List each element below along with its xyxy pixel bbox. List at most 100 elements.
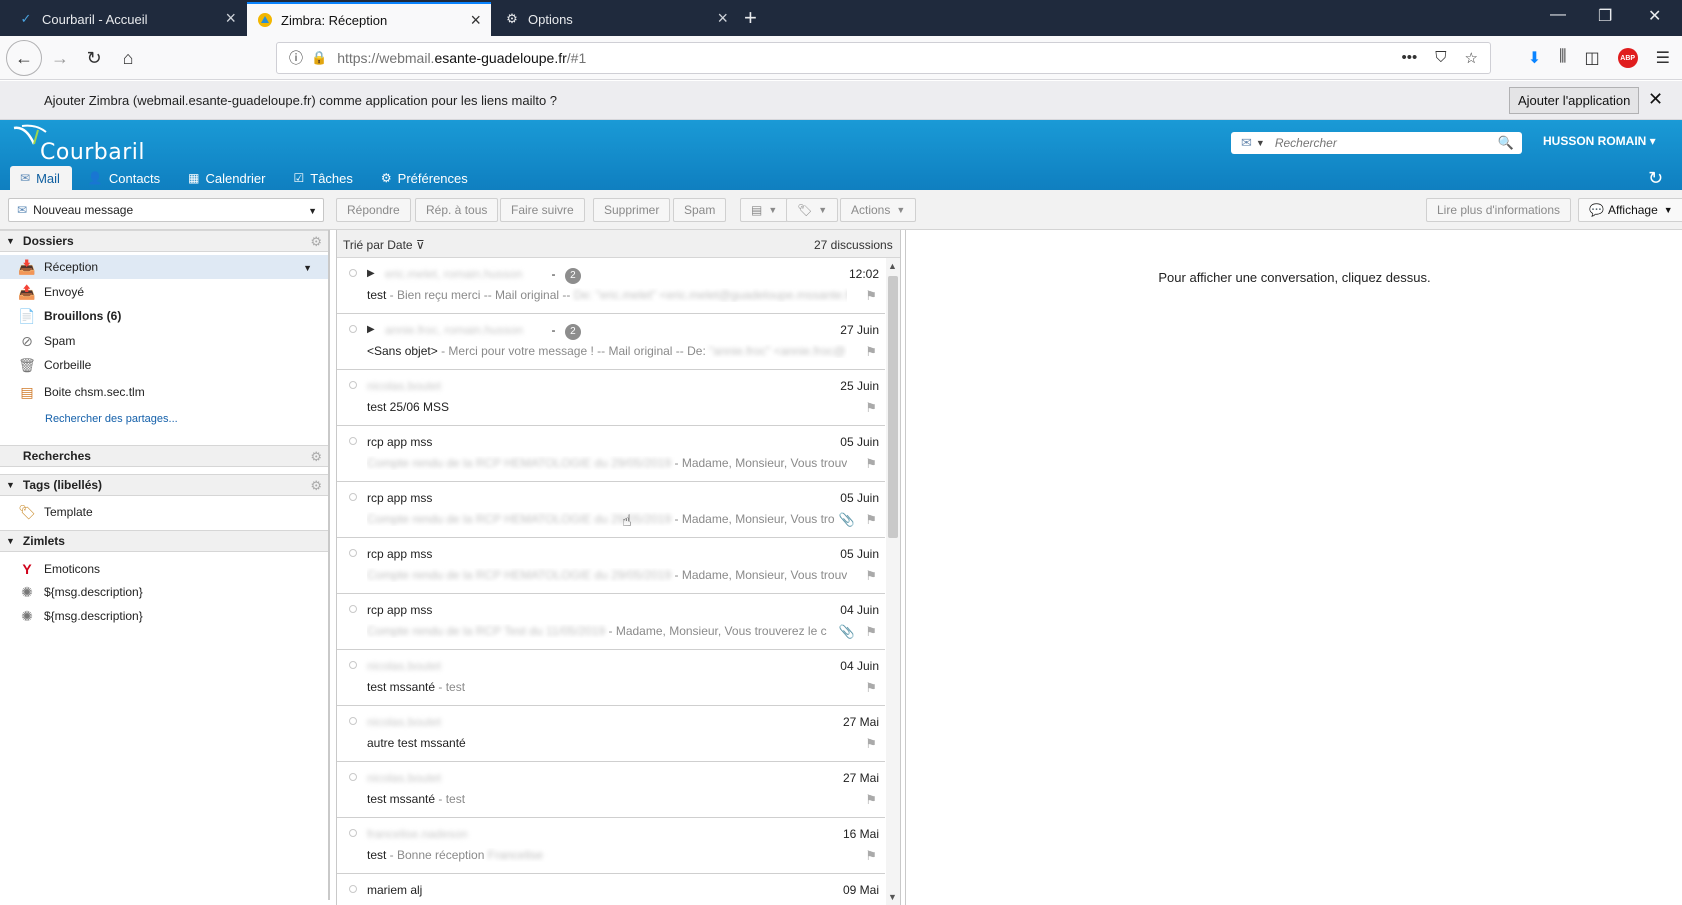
message-row[interactable]: rcp app mss 04 Juin Compte rendu de la RCP… xyxy=(337,594,885,650)
download-icon[interactable]: ⬇ xyxy=(1528,48,1541,68)
gear-icon[interactable]: ⚙ xyxy=(310,478,322,494)
read-status-icon[interactable] xyxy=(349,325,357,333)
sidebar-icon[interactable]: ◫ xyxy=(1585,48,1600,68)
folder-spam[interactable]: ⊘ Spam xyxy=(0,329,328,353)
scroll-up-icon[interactable]: ▲ xyxy=(888,261,897,271)
search-icon[interactable]: 🔍 xyxy=(1498,135,1514,151)
new-tab-button[interactable]: + xyxy=(744,4,757,32)
message-row[interactable]: ▶ annie.froc, romain.husson - 2 27 Juin <San… xyxy=(337,314,885,370)
read-status-icon[interactable] xyxy=(349,661,357,669)
folder-drafts[interactable]: 📄 Brouillons (6) xyxy=(0,304,328,328)
list-scrollbar[interactable]: ▲ ▼ xyxy=(886,258,900,905)
flag-icon[interactable]: ⚑ xyxy=(865,288,877,304)
searches-header[interactable]: ▼ Recherches ⚙ xyxy=(0,445,328,467)
sort-by-date[interactable]: Trié par Date ⊽ xyxy=(343,238,425,252)
spam-button[interactable]: Spam xyxy=(673,198,727,222)
new-message-button[interactable]: ✉ Nouveau message ▼ xyxy=(8,198,324,222)
zimlet-emoticons[interactable]: Y Emoticons xyxy=(0,557,328,581)
delete-button[interactable]: Supprimer xyxy=(593,198,671,222)
add-application-button[interactable]: Ajouter l'application xyxy=(1509,87,1640,114)
message-row[interactable]: nicolas.boutet 27 Mai autre test mssanté ⚑ xyxy=(337,706,885,762)
tag-button[interactable]: 🏷 ▼ xyxy=(786,198,839,222)
zimlets-header[interactable]: ▼ Zimlets xyxy=(0,530,328,552)
adblock-icon[interactable]: ABP xyxy=(1617,48,1638,68)
message-row[interactable]: rcp app mss 05 Juin Compte rendu de la RCP… xyxy=(337,426,885,482)
read-status-icon[interactable] xyxy=(349,885,357,893)
reply-button[interactable]: Répondre xyxy=(336,198,411,222)
read-status-icon[interactable] xyxy=(349,493,357,501)
tab-preferences[interactable]: ⚙ Préférences xyxy=(371,166,480,190)
read-status-icon[interactable] xyxy=(349,437,357,445)
chevron-down-icon[interactable]: ▼ xyxy=(308,206,317,216)
minimize-icon[interactable]: — xyxy=(1550,6,1566,24)
scrollbar-thumb[interactable] xyxy=(888,276,898,538)
user-menu[interactable]: HUSSON ROMAIN ▾ xyxy=(1543,134,1656,148)
collapse-icon[interactable]: ▼ xyxy=(6,536,15,546)
tab-mail[interactable]: ✉ Mail xyxy=(10,166,72,190)
flag-icon[interactable]: ⚑ xyxy=(865,792,877,808)
search-input[interactable] xyxy=(1274,136,1490,150)
read-status-icon[interactable] xyxy=(349,717,357,725)
message-row[interactable]: rcp app mss 05 Juin Compte rendu de la RCP… xyxy=(337,538,885,594)
menu-icon[interactable]: ☰ xyxy=(1656,48,1670,68)
folder-shared-mailbox[interactable]: ▤ Boite chsm.sec.tlm xyxy=(0,380,328,404)
expand-conversation-icon[interactable]: ▶ xyxy=(367,324,375,335)
gear-icon[interactable]: ⚙ xyxy=(310,234,322,250)
message-row[interactable]: ▶ eric.melet, romain.husson - 2 12:02 test -… xyxy=(337,258,885,314)
url-bar[interactable]: ⓘ 🔒 https://webmail.esante-guadeloupe.fr… xyxy=(276,42,1491,74)
message-row[interactable]: rcp app mss 05 Juin Compte rendu de la RCP… xyxy=(337,482,885,538)
flag-icon[interactable]: ⚑ xyxy=(865,624,877,640)
flag-icon[interactable]: ⚑ xyxy=(865,344,877,360)
browser-tab-zimbra[interactable]: Zimbra: Réception × xyxy=(247,2,491,36)
message-row[interactable]: francelise.nadeson 16 Mai test - Bonne réc… xyxy=(337,818,885,874)
read-status-icon[interactable] xyxy=(349,549,357,557)
home-button[interactable]: ⌂ xyxy=(112,42,144,74)
chevron-down-icon[interactable]: ▼ xyxy=(303,263,312,273)
pocket-icon[interactable]: ⛉ xyxy=(1435,49,1446,67)
close-window-icon[interactable]: ✕ xyxy=(1648,6,1661,26)
page-actions-icon[interactable]: ••• xyxy=(1402,49,1418,67)
forward-button[interactable]: Faire suivre xyxy=(500,198,585,222)
view-button[interactable]: 💬 Affichage ▼ xyxy=(1578,198,1682,222)
move-button[interactable]: ▤ ▼ xyxy=(740,198,789,222)
tab-tasks[interactable]: ☑ Tâches xyxy=(284,166,365,190)
close-tab-icon[interactable]: × xyxy=(225,9,236,27)
search-box[interactable]: ✉ ▼ 🔍 xyxy=(1231,132,1522,154)
folders-header[interactable]: ▼ Dossiers ⚙ xyxy=(0,230,328,252)
flag-icon[interactable]: ⚑ xyxy=(865,680,877,696)
restore-icon[interactable]: ❐ xyxy=(1598,6,1612,26)
message-row[interactable]: nicolas.boutet 25 Juin test 25/06 MSS ⚑ xyxy=(337,370,885,426)
bookmark-star-icon[interactable]: ☆ xyxy=(1465,49,1478,67)
flag-icon[interactable]: ⚑ xyxy=(865,400,877,416)
message-row[interactable]: nicolas.boutet 04 Juin test mssanté - test… xyxy=(337,650,885,706)
scroll-down-icon[interactable]: ▼ xyxy=(888,892,897,902)
chevron-down-icon[interactable]: ▼ xyxy=(1256,138,1265,148)
reply-all-button[interactable]: Rép. à tous xyxy=(415,198,499,222)
folder-inbox[interactable]: 📥 Réception ▼ xyxy=(0,255,328,279)
zimlet-item[interactable]: ✺ ${msg.description} xyxy=(0,604,328,628)
refresh-icon[interactable]: ↻ xyxy=(1648,168,1663,189)
browser-tab-options[interactable]: ⚙ Options × xyxy=(494,2,738,36)
flag-icon[interactable]: ⚑ xyxy=(865,456,877,472)
close-tab-icon[interactable]: × xyxy=(717,9,728,27)
collapse-icon[interactable]: ▼ xyxy=(6,236,15,246)
tab-contacts[interactable]: 👤 Contacts xyxy=(78,166,172,190)
actions-button[interactable]: Actions ▼ xyxy=(840,198,917,222)
reload-button[interactable]: ↻ xyxy=(78,42,110,74)
tab-calendar[interactable]: ▦ Calendrier xyxy=(178,166,277,190)
folder-trash[interactable]: 🗑 Corbeille xyxy=(0,353,328,377)
collapse-icon[interactable]: ▼ xyxy=(6,480,15,490)
zimlet-item[interactable]: ✺ ${msg.description} xyxy=(0,580,328,604)
close-notification-icon[interactable]: ✕ xyxy=(1648,89,1663,110)
find-shares-link[interactable]: Rechercher des partages... xyxy=(45,413,178,425)
flag-icon[interactable]: ⚑ xyxy=(865,512,877,528)
message-row[interactable]: nicolas.boutet 27 Mai test mssanté - test ⚑ xyxy=(337,762,885,818)
read-status-icon[interactable] xyxy=(349,381,357,389)
folder-sent[interactable]: 📤 Envoyé xyxy=(0,280,328,304)
info-icon[interactable]: ⓘ xyxy=(289,48,303,68)
mail-search-type-icon[interactable]: ✉ xyxy=(1241,135,1252,151)
back-button[interactable]: ← xyxy=(6,40,42,76)
library-icon[interactable]: ⫼ xyxy=(1559,48,1566,68)
close-tab-icon[interactable]: × xyxy=(470,11,481,29)
read-status-icon[interactable] xyxy=(349,269,357,277)
